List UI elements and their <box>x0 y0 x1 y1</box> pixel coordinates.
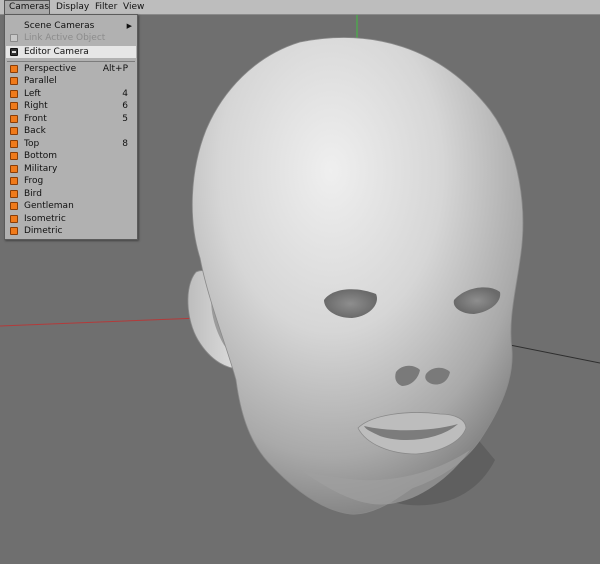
menu-item-shortcut: 6 <box>122 101 128 111</box>
menu-item-back[interactable]: Back <box>6 125 136 137</box>
camera-icon <box>10 48 18 56</box>
menu-item-parallel[interactable]: Parallel <box>6 75 136 87</box>
menu-item-top[interactable]: Top 8 <box>6 138 136 150</box>
menu-item-frog[interactable]: Frog <box>6 175 136 187</box>
top-view-icon <box>10 140 18 148</box>
menu-item-front[interactable]: Front 5 <box>6 113 136 125</box>
menu-item-label: Gentleman <box>24 201 74 211</box>
menu-item-editor-camera[interactable]: Editor Camera <box>6 46 136 58</box>
submenu-arrow-icon: ▶ <box>126 22 132 30</box>
parallel-icon <box>10 77 18 85</box>
menu-item-perspective[interactable]: Perspective Alt+P <box>6 63 136 75</box>
frog-icon <box>10 177 18 185</box>
menu-display[interactable]: Display <box>52 0 93 14</box>
menu-item-scene-cameras[interactable]: Scene Cameras ▶ <box>6 20 136 32</box>
perspective-icon <box>10 65 18 73</box>
gentleman-icon <box>10 202 18 210</box>
menu-item-shortcut: 8 <box>122 139 128 149</box>
menu-item-label: Front <box>24 114 47 124</box>
menu-item-left[interactable]: Left 4 <box>6 88 136 100</box>
menu-item-label: Bird <box>24 189 42 199</box>
menu-item-label: Back <box>24 126 46 136</box>
x-axis-line <box>0 317 201 327</box>
menu-item-label: Military <box>24 164 58 174</box>
bird-icon <box>10 190 18 198</box>
menu-item-label: Top <box>24 139 40 149</box>
head-model[interactable] <box>187 37 524 515</box>
isometric-icon <box>10 215 18 223</box>
viewport-menubar: Cameras Display Filter View <box>0 0 600 15</box>
front-view-icon <box>10 115 18 123</box>
menu-item-military[interactable]: Military <box>6 163 136 175</box>
head-surface <box>191 37 524 515</box>
right-view-icon <box>10 102 18 110</box>
left-view-icon <box>10 90 18 98</box>
cameras-dropdown-menu: Scene Cameras ▶ Link Active Object Edito… <box>4 14 138 240</box>
menu-item-gentleman[interactable]: Gentleman <box>6 200 136 212</box>
menu-item-label: Editor Camera <box>24 47 89 57</box>
menu-item-label: Perspective <box>24 64 77 74</box>
menu-item-label: Link Active Object <box>24 33 106 43</box>
menu-item-label: Bottom <box>24 151 58 161</box>
menu-item-shortcut: Alt+P <box>102 64 128 74</box>
menu-item-label: Scene Cameras <box>24 21 95 31</box>
menu-item-bird[interactable]: Bird <box>6 188 136 200</box>
menu-item-isometric[interactable]: Isometric <box>6 213 136 225</box>
menu-cameras[interactable]: Cameras <box>4 0 50 14</box>
dimetric-icon <box>10 227 18 235</box>
link-icon <box>10 34 18 42</box>
menu-item-shortcut: 5 <box>122 114 128 124</box>
menu-item-shortcut: 4 <box>122 89 128 99</box>
military-icon <box>10 165 18 173</box>
menu-item-bottom[interactable]: Bottom <box>6 150 136 162</box>
bottom-view-icon <box>10 152 18 160</box>
menu-item-label: Frog <box>24 176 44 186</box>
menu-item-label: Isometric <box>24 214 66 224</box>
menu-item-label: Right <box>24 101 48 111</box>
menu-item-label: Parallel <box>24 76 57 86</box>
back-view-icon <box>10 127 18 135</box>
menu-view[interactable]: View <box>119 0 148 14</box>
menu-item-label: Dimetric <box>24 226 63 236</box>
menu-item-label: Left <box>24 89 41 99</box>
menu-separator <box>7 61 135 62</box>
menu-item-link-active-object[interactable]: Link Active Object <box>6 32 136 44</box>
z-axis-line <box>504 343 600 364</box>
menu-item-dimetric[interactable]: Dimetric <box>6 225 136 237</box>
menu-filter[interactable]: Filter <box>91 0 121 14</box>
menu-item-right[interactable]: Right 6 <box>6 100 136 112</box>
